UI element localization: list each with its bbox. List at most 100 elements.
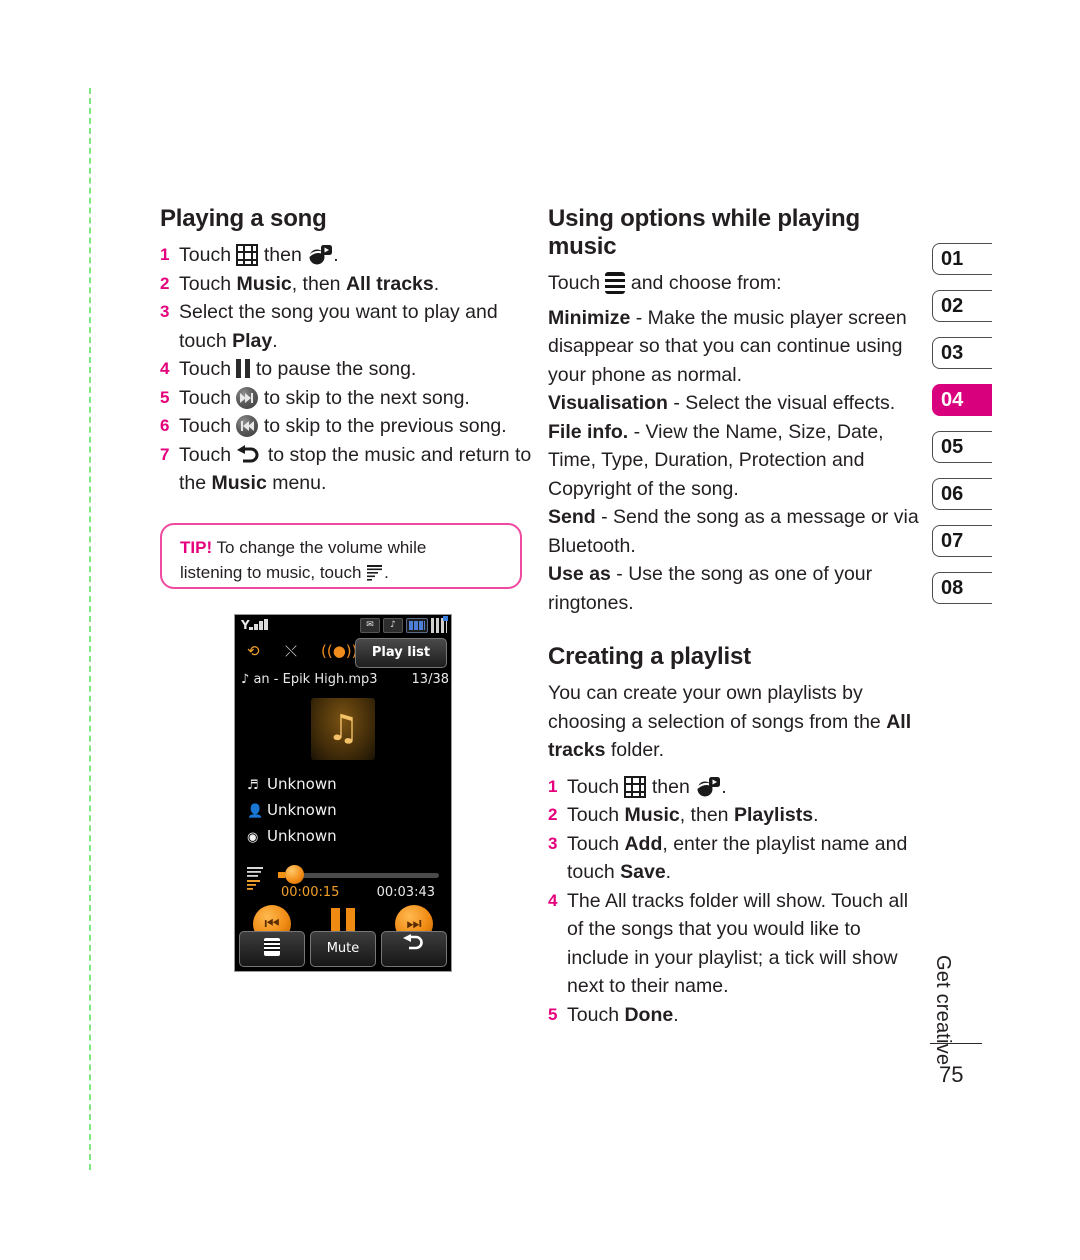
tip-line-1: To change the volume while xyxy=(212,538,427,557)
chapter-tab-08[interactable]: 08 xyxy=(932,572,992,604)
step-bold-save: Save xyxy=(620,861,666,883)
chapter-tab-01[interactable]: 01 xyxy=(932,243,992,275)
step-number: 1 xyxy=(548,776,558,796)
step-number: 2 xyxy=(160,273,170,293)
meta-album: Unknown xyxy=(267,827,337,845)
step-bold-add: Add xyxy=(624,832,663,855)
step-frag: menu. xyxy=(266,472,327,494)
chapter-tab-strip: 01 02 03 04 05 06 07 08 xyxy=(932,243,992,619)
chapter-tab-07[interactable]: 07 xyxy=(932,525,992,557)
page-edge-dashed-rule xyxy=(89,88,91,1170)
step-frag: Touch xyxy=(567,1003,625,1026)
music-note-icon: ♪ xyxy=(383,618,403,633)
step-text: Touch Add, enter the playlist name and t… xyxy=(567,830,920,887)
album-icon: ◉ xyxy=(247,830,259,845)
time-elapsed: 00:00:15 xyxy=(281,885,340,900)
step-number: 3 xyxy=(548,833,558,853)
phone-seek-area[interactable]: 00:00:15 00:03:43 xyxy=(235,863,451,903)
footer-rule xyxy=(930,1043,982,1044)
meta-row: 👤 Unknown xyxy=(247,798,451,824)
back-icon[interactable] xyxy=(381,931,447,967)
chapter-tab-06[interactable]: 06 xyxy=(932,478,992,510)
chapter-tab-02[interactable]: 02 xyxy=(932,290,992,322)
step-bold-playlists: Playlists xyxy=(733,804,814,826)
option-entry-visualisation: Visualisation - Select the visual effect… xyxy=(548,389,920,418)
message-icon: ✉ xyxy=(360,618,380,633)
skip-next-icon xyxy=(236,386,259,409)
step-bold-all-tracks: All tracks xyxy=(345,272,434,295)
shuffle-icon[interactable]: ⤬ xyxy=(285,642,297,660)
status-icons: ✉ ♪ xyxy=(360,616,448,633)
step-frag: . xyxy=(665,861,672,883)
chapter-tab-03[interactable]: 03 xyxy=(932,337,992,369)
meta-title: Unknown xyxy=(267,775,337,793)
step-number: 5 xyxy=(160,387,170,407)
step-item: 2 Touch Music, then All tracks. xyxy=(160,270,532,299)
artist-icon: 👤 xyxy=(247,804,264,819)
option-entry-use-as: Use as - Use the song as one of your rin… xyxy=(548,560,920,617)
step-number: 3 xyxy=(160,302,170,321)
repeat-one-icon[interactable]: ⟲ xyxy=(247,642,260,660)
meta-artist: Unknown xyxy=(267,801,337,819)
option-term: File info. xyxy=(548,420,629,443)
step-frag: Touch xyxy=(567,775,625,798)
step-item: 7 Touch to stop the music and return to … xyxy=(160,441,532,498)
step-frag: . xyxy=(433,272,440,295)
menu-grid-icon xyxy=(431,616,448,633)
return-icon xyxy=(236,444,262,465)
right-column: Using options while playing music Touch … xyxy=(548,205,920,1029)
step-number: 2 xyxy=(548,805,558,824)
page-number: 75 xyxy=(939,1062,964,1087)
step-frag: Touch xyxy=(567,804,625,826)
option-entry-send: Send - Send the song as a message or via… xyxy=(548,503,920,560)
step-frag: Touch xyxy=(179,415,237,437)
chapter-tab-04[interactable]: 04 xyxy=(932,384,992,416)
grid-icon xyxy=(236,244,259,266)
options-menu-icon[interactable] xyxy=(239,931,305,967)
volume-equalizer-icon[interactable] xyxy=(247,865,265,895)
step-number: 4 xyxy=(548,890,558,910)
seek-bar-knob[interactable] xyxy=(278,865,304,884)
step-number: 1 xyxy=(160,245,170,264)
phone-screenshot-music-player: Y ✉ ♪ ⟲ ⤬ ((●)) Play list ♪ an - Epik Hi… xyxy=(234,614,452,972)
step-frag: Touch xyxy=(179,272,237,295)
track-index: 13/38 xyxy=(411,672,449,687)
phone-soft-keys: Mute xyxy=(239,931,447,967)
step-frag: , then xyxy=(291,272,346,295)
step-text: Touch Music, then All tracks. xyxy=(179,270,532,299)
meta-row: ◉ Unknown xyxy=(247,824,451,850)
step-frag: then xyxy=(646,775,696,798)
step-frag: Touch xyxy=(179,443,237,466)
option-entry-minimize: Minimize - Make the music player screen … xyxy=(548,304,920,390)
time-total: 00:03:43 xyxy=(376,885,435,900)
playlist-intro-a: You can create your own playlists by cho… xyxy=(548,682,887,733)
step-number: 7 xyxy=(160,444,170,464)
step-frag: to skip to the previous song. xyxy=(258,415,507,437)
signal-bars-icon: Y xyxy=(241,619,269,631)
step-item: 1 Touch then . xyxy=(160,241,532,270)
page-title-creating-a-playlist: Creating a playlist xyxy=(548,643,751,670)
step-text: Select the song you want to play and tou… xyxy=(179,298,532,355)
phone-track-meta: ♬ Unknown 👤 Unknown ◉ Unknown xyxy=(235,772,451,850)
step-number: 4 xyxy=(160,359,170,378)
step-item: 5 Touch Done. xyxy=(548,1001,920,1030)
option-desc: - Send the song as a message or via Blue… xyxy=(548,506,919,557)
play-list-button[interactable]: Play list xyxy=(355,638,447,668)
media-player-icon xyxy=(307,244,333,266)
step-bold-done: Done xyxy=(624,1003,674,1026)
chapter-tab-05[interactable]: 05 xyxy=(932,431,992,463)
step-bold-music: Music xyxy=(624,804,680,826)
step-item: 4 Touch to pause the song. xyxy=(160,355,532,384)
sound-effect-icon[interactable]: ((●)) xyxy=(321,642,358,660)
options-intro-pre: Touch xyxy=(548,272,606,294)
options-menu-icon xyxy=(605,272,626,294)
track-title: an - Epik High.mp3 xyxy=(253,672,378,687)
step-frag: to skip to the next song. xyxy=(258,386,470,409)
phone-track-line: ♪ an - Epik High.mp3 13/38 xyxy=(235,671,451,692)
left-column: Playing a song 1 Touch then . 2 Touch Mu… xyxy=(160,205,532,498)
option-term: Use as xyxy=(548,563,611,585)
mute-button[interactable]: Mute xyxy=(310,931,376,967)
step-text-mid: then xyxy=(258,244,308,266)
step-number: 5 xyxy=(548,1004,558,1024)
option-term: Send xyxy=(548,506,596,528)
